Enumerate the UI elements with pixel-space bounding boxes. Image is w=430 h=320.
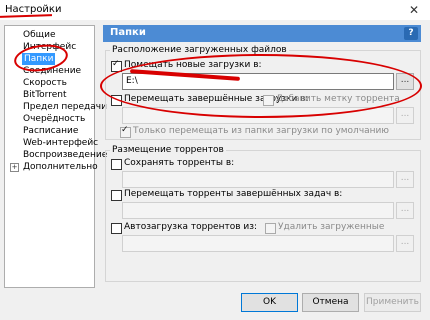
tree-item-bittorrent[interactable]: BitTorrent [23,89,67,101]
tree-item-scheduler[interactable]: Расписание [23,125,78,137]
close-button[interactable]: ✕ [406,3,422,17]
only-move-from-default-label: Только перемещать из папки загрузки по у… [133,126,389,136]
ok-button[interactable]: OK [241,293,298,312]
save-torrents-label: Сохранять торренты в: [124,158,235,168]
title-bar [0,0,430,20]
delete-loaded-checkbox[interactable] [265,223,276,234]
autoload-path-input[interactable] [122,235,394,252]
delete-loaded-label: Удалить загруженные [278,222,385,232]
move-finished-torrents-path-input[interactable] [122,202,394,219]
browse-move-finished-button[interactable]: ... [396,202,414,219]
torrents-placement-title: Размещение торрентов [110,145,226,155]
only-move-from-default-checkbox[interactable] [120,125,131,138]
move-finished-torrents-label: Перемещать торренты завершённых задач в: [124,189,343,199]
help-icon[interactable]: ? [404,27,418,40]
window-title: Настройки [5,4,62,15]
tree-item-playback[interactable]: Воспроизведение [23,149,107,161]
tree-item-general[interactable]: Общие [23,29,56,41]
annotation-download-path-circle [100,54,422,118]
browse-save-torrents-button[interactable]: ... [396,171,414,188]
tree-item-web-ui[interactable]: Web-интерфейс [23,137,98,149]
save-torrents-path-input[interactable] [122,171,394,188]
panel-header [103,25,421,42]
apply-button[interactable]: Применить [364,293,421,312]
browse-move-completed-button[interactable]: ... [396,107,414,124]
move-finished-torrents-checkbox[interactable] [111,190,122,201]
autoload-torrents-label: Автозагрузка торрентов из: [124,222,258,232]
cancel-button[interactable]: Отмена [302,293,359,312]
tree-item-transfer-cap[interactable]: Предел передачи [23,101,107,113]
autoload-torrents-checkbox[interactable] [111,223,122,234]
panel-title: Папки [110,27,146,38]
save-torrents-checkbox[interactable] [111,159,122,170]
tree-item-advanced[interactable]: Дополнительно [23,161,98,173]
expand-advanced-icon[interactable]: + [10,163,19,172]
tree-item-speed[interactable]: Скорость [23,77,67,89]
tree-item-queueing[interactable]: Очерёдность [23,113,85,125]
browse-autoload-button[interactable]: ... [396,235,414,252]
